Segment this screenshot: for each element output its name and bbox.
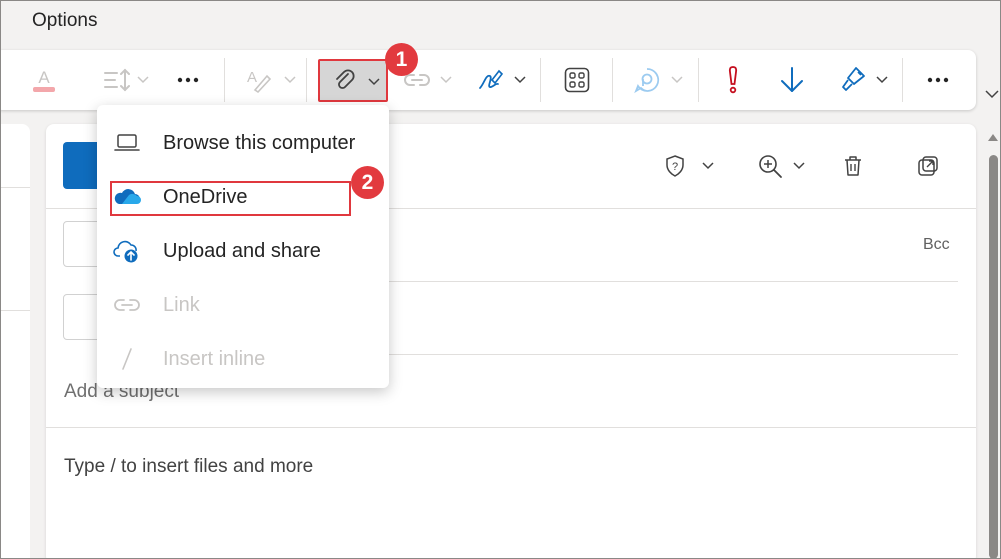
ribbon-toolbar: A A xyxy=(0,50,976,110)
format-painter-button[interactable] xyxy=(838,50,868,110)
pop-out-button[interactable] xyxy=(917,148,939,184)
left-pane-divider xyxy=(0,187,30,188)
loop-button[interactable] xyxy=(632,50,662,110)
shield-question-icon: ? xyxy=(666,155,684,177)
menu-item-insert-inline[interactable]: Insert inline xyxy=(97,332,389,386)
zoom-in-icon xyxy=(759,155,782,178)
attach-file-button[interactable] xyxy=(318,59,388,102)
sensitivity-chevron-icon xyxy=(702,162,714,170)
menu-item-onedrive[interactable]: OneDrive xyxy=(97,170,389,224)
scroll-up-arrow-icon[interactable] xyxy=(987,129,999,147)
menu-item-link[interactable]: Link xyxy=(97,278,389,332)
font-color-icon: A xyxy=(33,68,55,92)
svg-text:?: ? xyxy=(672,161,678,173)
more-icon xyxy=(177,77,199,83)
menu-item-label: Insert inline xyxy=(163,347,266,370)
slash-icon xyxy=(97,347,157,371)
menu-item-label: Browse this computer xyxy=(163,131,356,154)
arrow-down-icon xyxy=(781,67,803,92)
editor-button[interactable]: A xyxy=(244,50,274,110)
svg-text:A: A xyxy=(38,68,50,87)
menu-item-label: Upload and share xyxy=(163,239,321,262)
apps-icon xyxy=(564,67,590,93)
low-importance-button[interactable] xyxy=(778,50,806,110)
zoom-chevron-icon xyxy=(793,162,805,170)
more-options-button[interactable] xyxy=(924,50,952,110)
toolbar-divider xyxy=(902,58,903,102)
onedrive-cloud-icon xyxy=(97,188,157,206)
toolbar-divider xyxy=(612,58,613,102)
loop-icon xyxy=(634,68,660,94)
pop-out-icon xyxy=(918,156,938,176)
left-pane-divider xyxy=(0,310,30,311)
subject-divider xyxy=(46,427,976,428)
message-body[interactable]: Type / to insert files and more xyxy=(64,456,313,478)
bcc-button[interactable]: Bcc xyxy=(923,236,950,254)
menu-item-upload-and-share[interactable]: Upload and share xyxy=(97,224,389,278)
font-color-button[interactable]: A xyxy=(28,50,60,110)
signature-chevron-icon[interactable] xyxy=(514,50,526,110)
tab-options[interactable]: Options xyxy=(32,10,97,32)
more-icon xyxy=(927,77,949,83)
collapse-ribbon-chevron-icon[interactable] xyxy=(985,86,999,104)
zoom-button[interactable] xyxy=(757,148,805,184)
menu-item-label: OneDrive xyxy=(163,185,248,208)
step-2-badge: 2 xyxy=(351,166,384,199)
menu-item-browse-this-computer[interactable]: Browse this computer xyxy=(97,116,389,170)
link-chevron-icon[interactable] xyxy=(440,50,452,110)
more-formatting-button[interactable] xyxy=(174,50,202,110)
line-spacing-button[interactable] xyxy=(100,50,134,110)
loop-chevron-icon[interactable] xyxy=(671,50,683,110)
trash-icon xyxy=(845,156,861,176)
link-icon xyxy=(97,298,157,312)
toolbar-divider xyxy=(540,58,541,102)
editor-icon: A xyxy=(247,69,272,94)
left-pane xyxy=(0,124,30,559)
paintbrush-icon xyxy=(842,67,865,91)
toolbar-divider xyxy=(224,58,225,102)
editor-chevron-icon[interactable] xyxy=(284,50,296,110)
exclamation-icon xyxy=(728,66,738,94)
sensitivity-button[interactable]: ? xyxy=(664,148,714,184)
paperclip-icon xyxy=(336,69,355,89)
svg-text:A: A xyxy=(247,69,257,86)
high-importance-button[interactable] xyxy=(721,50,745,110)
attach-menu: Browse this computer OneDrive Upload and… xyxy=(97,105,389,388)
signature-button[interactable] xyxy=(474,50,506,110)
format-painter-chevron-icon[interactable] xyxy=(876,50,888,110)
signature-icon xyxy=(479,69,504,89)
line-spacing-chevron-icon[interactable] xyxy=(137,50,149,110)
discard-button[interactable] xyxy=(842,148,864,184)
toolbar-divider xyxy=(698,58,699,102)
cloud-upload-icon xyxy=(97,238,157,264)
step-1-badge: 1 xyxy=(385,43,418,76)
apps-button[interactable] xyxy=(562,50,592,110)
line-spacing-icon xyxy=(104,68,130,92)
attach-chevron-icon xyxy=(368,78,380,86)
laptop-icon xyxy=(97,133,157,153)
scrollbar-thumb[interactable] xyxy=(989,155,998,559)
menu-item-label: Link xyxy=(163,293,200,316)
toolbar-divider xyxy=(306,58,307,102)
